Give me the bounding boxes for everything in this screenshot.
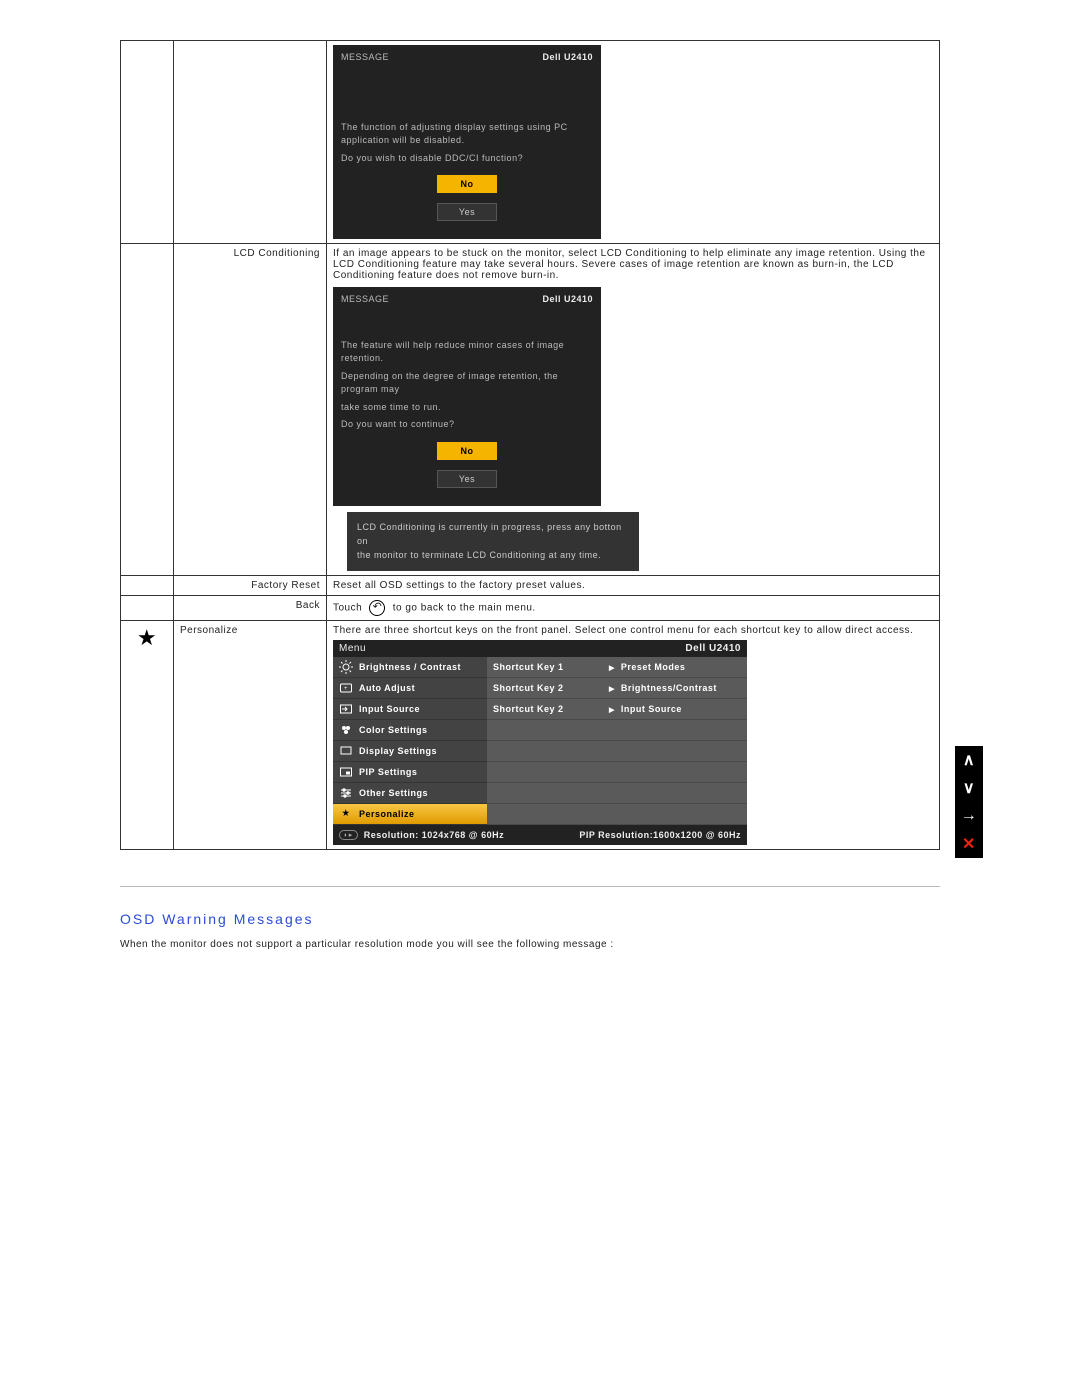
lcd-dialog-text2: Depending on the degree of image retenti… (341, 370, 593, 397)
nav-enter-button[interactable]: → (955, 802, 983, 830)
star-icon: ★ (137, 625, 157, 650)
personalize-star-icon: ★ (333, 804, 359, 824)
row-factory-icon-cell (121, 575, 174, 595)
row-lcd-body: If an image appears to be stuck on the m… (327, 244, 940, 576)
resolution-text: Resolution: 1024x768 @ 60Hz (364, 830, 504, 840)
row-ddcci-label-cell (174, 41, 327, 244)
input-source-icon (333, 699, 359, 719)
osd-menu-left: Brightness / Contrast + Auto Adjust Inpu… (333, 657, 487, 825)
ddcci-dialog-header: MESSAGE (341, 51, 389, 65)
color-settings-icon (333, 720, 359, 740)
ddcci-dialog-model: Dell U2410 (542, 51, 593, 65)
lcd-dialog-text3: take some time to run. (341, 401, 593, 415)
section-paragraph: When the monitor does not support a part… (120, 939, 1080, 950)
shortcut-value: Preset Modes (601, 662, 747, 672)
lcd-yes-button[interactable]: Yes (437, 470, 497, 488)
nav-down-button[interactable]: ∨ (955, 774, 983, 802)
lcd-progress-message: LCD Conditioning is currently in progres… (347, 512, 639, 571)
lcd-dialog-text4: Do you want to continue? (341, 418, 593, 432)
row-lcd-icon-cell (121, 244, 174, 576)
menu-item-label: Input Source (359, 704, 420, 714)
menu-item-color-settings[interactable]: Color Settings (333, 720, 487, 741)
row-personalize-label: Personalize (174, 620, 327, 849)
row-factory-label: Factory Reset (174, 575, 327, 595)
row-back-body: Touch ↶ to go back to the main menu. (327, 595, 940, 620)
menu-item-label: Personalize (359, 809, 415, 819)
shortcut-value: Brightness/Contrast (601, 683, 747, 693)
menu-item-brightness[interactable]: Brightness / Contrast (333, 657, 487, 678)
lcd-no-button[interactable]: No (437, 442, 497, 460)
row-factory-body: Reset all OSD settings to the factory pr… (327, 575, 940, 595)
svg-text:+: + (344, 686, 348, 692)
row-back-label: Back (174, 595, 327, 620)
osd-nav-strip: ∧ ∨ → ✕ (955, 746, 983, 858)
shortcut-row-empty (487, 720, 747, 741)
shortcut-key-label: Shortcut Key 1 (487, 662, 601, 672)
other-settings-icon (333, 783, 359, 803)
shortcut-row-empty (487, 783, 747, 804)
menu-item-label: Auto Adjust (359, 683, 415, 693)
menu-item-label: Other Settings (359, 788, 428, 798)
ddcci-no-button[interactable]: No (437, 175, 497, 193)
shortcut-row-empty (487, 741, 747, 762)
display-settings-icon (333, 741, 359, 761)
row-back-pre: Touch (333, 602, 362, 613)
menu-item-other-settings[interactable]: Other Settings (333, 783, 487, 804)
row-personalize-text: There are three shortcut keys on the fro… (333, 625, 913, 636)
shortcut-row-empty (487, 762, 747, 783)
feature-table: MESSAGE Dell U2410 The function of adjus… (120, 40, 940, 850)
menu-item-label: Color Settings (359, 725, 428, 735)
shortcut-value: Input Source (601, 704, 747, 714)
ddcci-dialog: MESSAGE Dell U2410 The function of adjus… (333, 45, 601, 239)
lcd-dialog: MESSAGE Dell U2410 The feature will help… (333, 287, 601, 506)
auto-adjust-icon: + (333, 678, 359, 698)
row-back-post: to go back to the main menu. (393, 602, 536, 613)
lcd-progress-line1: LCD Conditioning is currently in progres… (357, 520, 629, 549)
shortcut-key-label: Shortcut Key 2 (487, 704, 601, 714)
menu-item-label: PIP Settings (359, 767, 417, 777)
nav-exit-button[interactable]: ✕ (955, 830, 983, 858)
row-ddcci-icon-cell (121, 41, 174, 244)
menu-item-display-settings[interactable]: Display Settings (333, 741, 487, 762)
osd-main-menu: Menu Dell U2410 Brightness / Contrast + … (333, 640, 747, 845)
section-heading: OSD Warning Messages (120, 911, 1080, 927)
menu-item-auto-adjust[interactable]: + Auto Adjust (333, 678, 487, 699)
osd-menu-model: Dell U2410 (685, 643, 741, 654)
timing-pill-icon: ◐▸ (339, 830, 358, 840)
row-ddcci-body-cell: MESSAGE Dell U2410 The function of adjus… (327, 41, 940, 244)
shortcut-row-1[interactable]: Shortcut Key 1 Preset Modes (487, 657, 747, 678)
ddcci-yes-button[interactable]: Yes (437, 203, 497, 221)
lcd-dialog-text1: The feature will help reduce minor cases… (341, 339, 593, 366)
menu-item-label: Display Settings (359, 746, 437, 756)
ddcci-dialog-text2: Do you wish to disable DDC/CI function? (341, 152, 593, 166)
menu-item-personalize[interactable]: ★ Personalize (333, 804, 487, 825)
row-back-icon-cell (121, 595, 174, 620)
menu-item-pip-settings[interactable]: PIP Settings (333, 762, 487, 783)
row-personalize-icon-cell: ★ (121, 620, 174, 849)
row-lcd-label: LCD Conditioning (174, 244, 327, 576)
nav-up-button[interactable]: ∧ (955, 746, 983, 774)
menu-item-label: Brightness / Contrast (359, 662, 461, 672)
row-lcd-text: If an image appears to be stuck on the m… (333, 248, 926, 281)
menu-item-input-source[interactable]: Input Source (333, 699, 487, 720)
lcd-dialog-header: MESSAGE (341, 293, 389, 307)
back-arrow-icon: ↶ (369, 600, 385, 616)
section-divider (120, 886, 940, 887)
shortcut-row-empty (487, 804, 747, 825)
osd-menu-right: Shortcut Key 1 Preset Modes Shortcut Key… (487, 657, 747, 825)
shortcut-row-2[interactable]: Shortcut Key 2 Brightness/Contrast (487, 678, 747, 699)
pip-settings-icon (333, 762, 359, 782)
row-personalize-body: There are three shortcut keys on the fro… (327, 620, 940, 849)
lcd-progress-line2: the monitor to terminate LCD Conditionin… (357, 548, 629, 562)
pip-resolution-text: PIP Resolution:1600x1200 @ 60Hz (579, 830, 741, 840)
shortcut-row-3[interactable]: Shortcut Key 2 Input Source (487, 699, 747, 720)
brightness-icon (333, 657, 359, 677)
shortcut-key-label: Shortcut Key 2 (487, 683, 601, 693)
lcd-dialog-model: Dell U2410 (542, 293, 593, 307)
osd-menu-title: Menu (339, 643, 366, 654)
ddcci-dialog-text1: The function of adjusting display settin… (341, 121, 593, 148)
